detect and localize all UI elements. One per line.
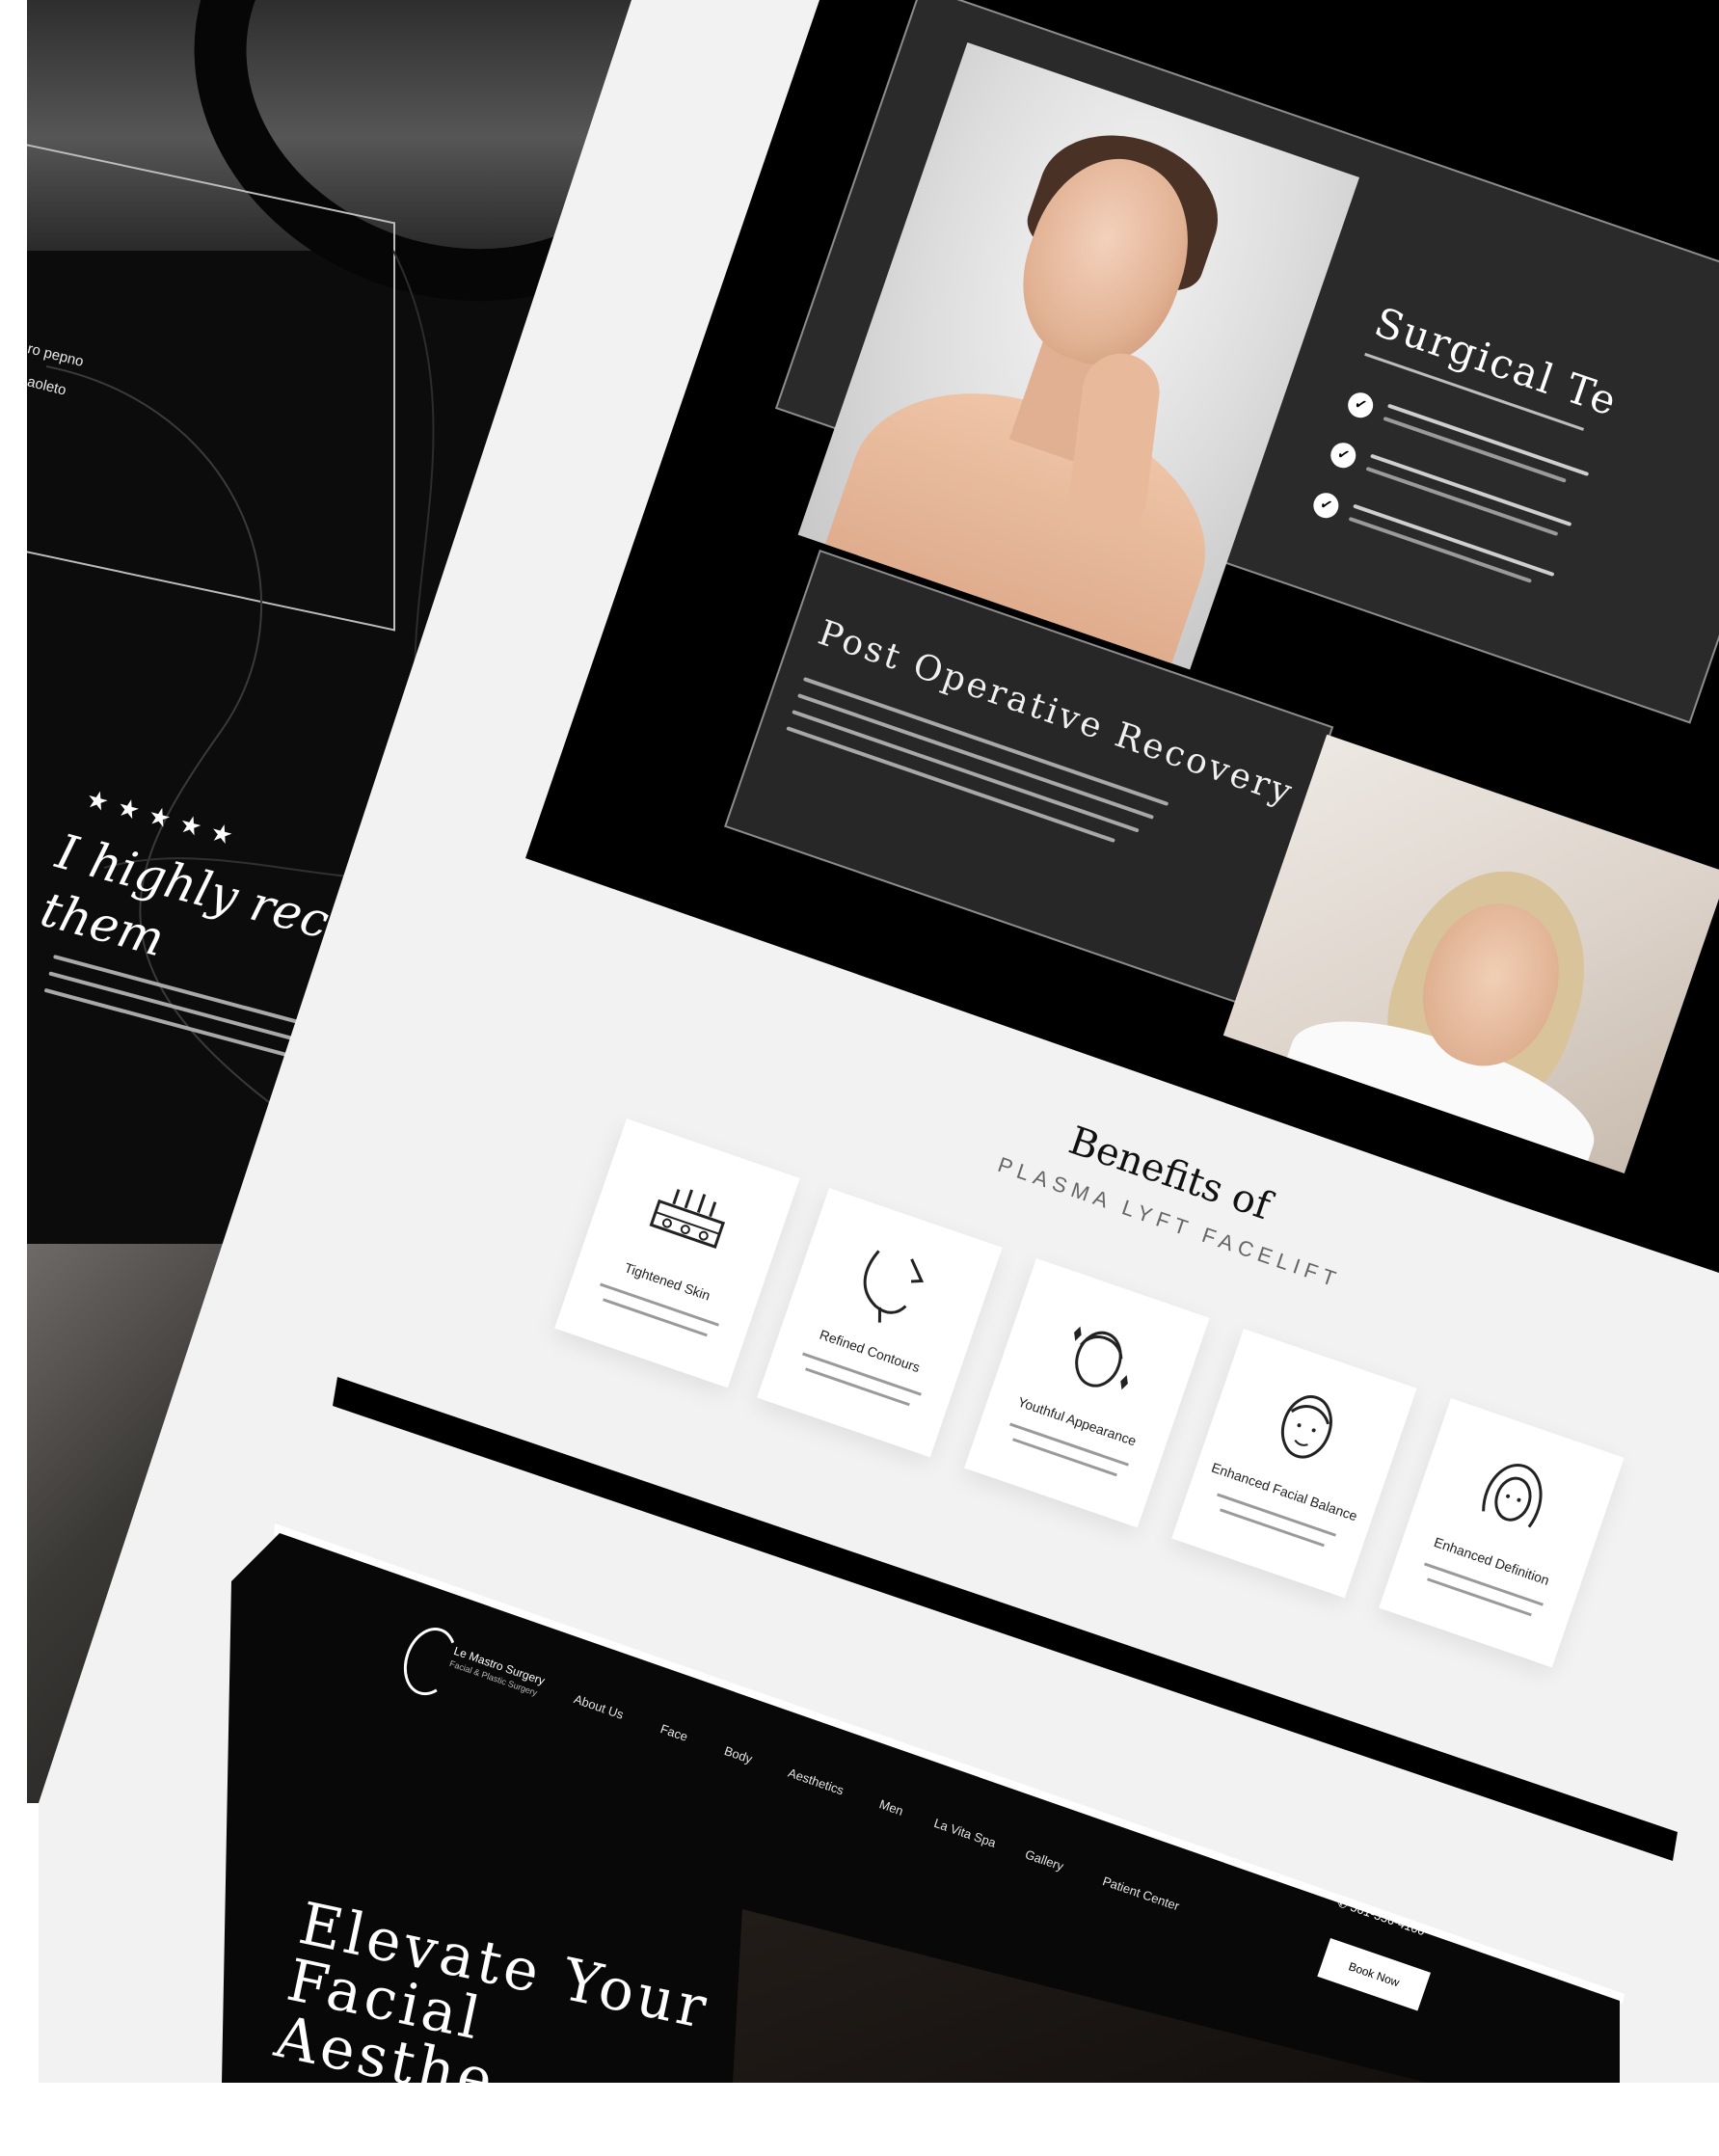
skin-layers-icon xyxy=(649,1189,726,1250)
face-sparkle-icon xyxy=(1074,1326,1128,1390)
woman-face-icon xyxy=(1482,1464,1543,1528)
jawline-icon xyxy=(863,1250,925,1323)
face-outline-icon xyxy=(1280,1395,1332,1459)
left-margin xyxy=(0,0,27,2083)
